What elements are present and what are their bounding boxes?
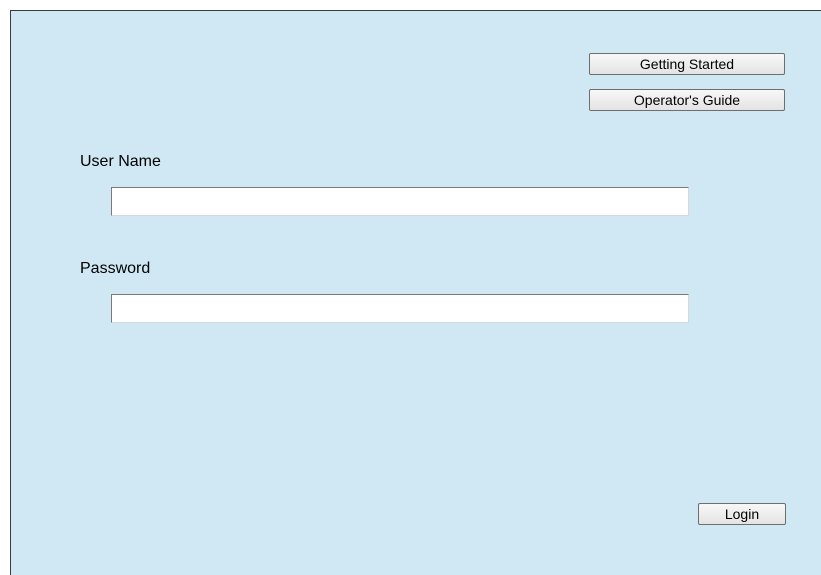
- password-label: Password: [80, 260, 151, 277]
- login-panel: Getting Started Operator's Guide User Na…: [10, 10, 821, 575]
- password-input[interactable]: [111, 294, 689, 323]
- operators-guide-button[interactable]: Operator's Guide: [589, 89, 785, 111]
- getting-started-button[interactable]: Getting Started: [589, 53, 785, 75]
- username-input[interactable]: [111, 187, 689, 216]
- login-button[interactable]: Login: [698, 503, 786, 525]
- username-label: User Name: [80, 153, 161, 170]
